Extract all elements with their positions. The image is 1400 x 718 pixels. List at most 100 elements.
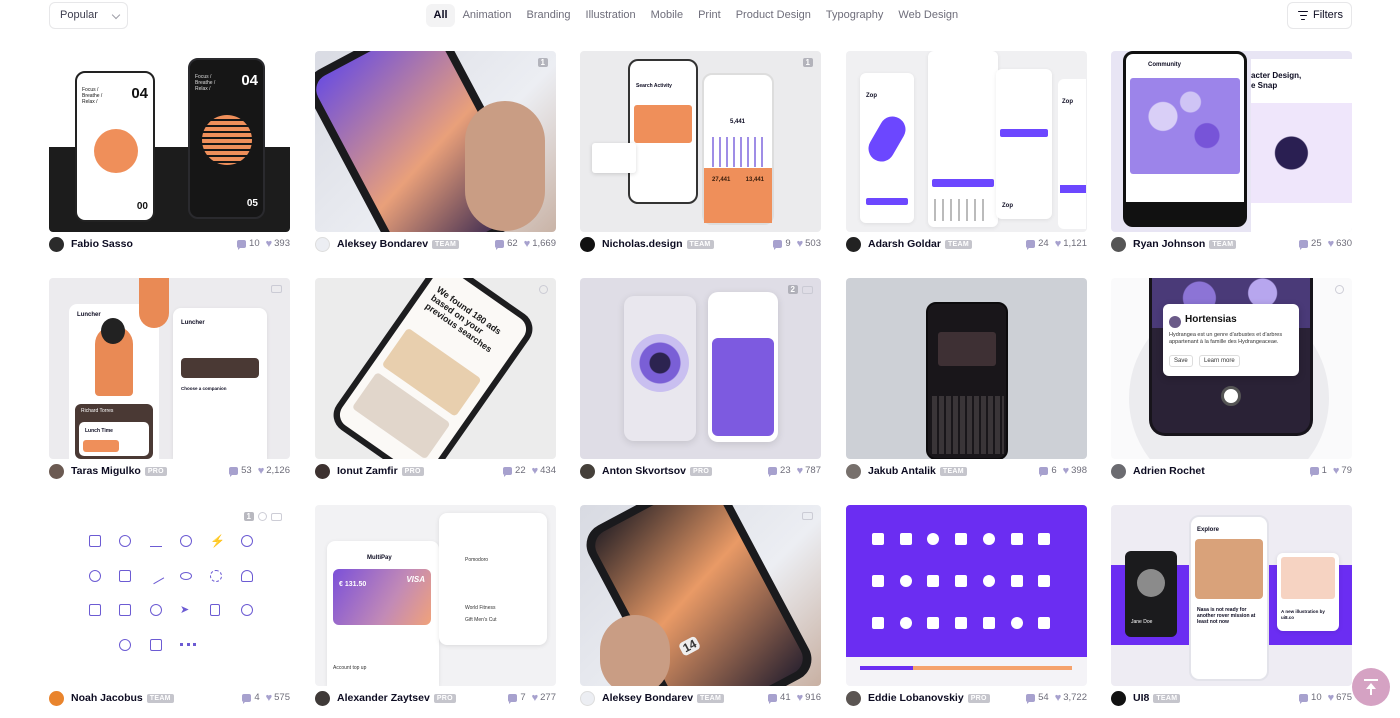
shot-text: VISA [406, 575, 425, 584]
comment-icon [229, 466, 239, 477]
shot-text: Account top up [333, 665, 367, 671]
overlay-icons [539, 285, 548, 294]
shot-stats: 7 ♥ 277 [508, 692, 556, 704]
overlay-icons [1335, 285, 1344, 294]
shot-meta: Alexander Zaytsev PRO 7 ♥ 277 [315, 691, 556, 707]
author-name[interactable]: Aleksey Bondarev TEAM [337, 238, 460, 250]
avatar[interactable] [846, 691, 861, 706]
avatar[interactable] [49, 237, 64, 252]
like-count: 398 [1071, 465, 1087, 476]
author-name[interactable]: UI8 TEAM [1133, 692, 1181, 704]
phone-mockup: MultiPay VISA € 131.50 Account top up [327, 541, 439, 686]
avatar[interactable] [1111, 464, 1126, 479]
shot-stats: 9 ♥ 503 [773, 238, 821, 250]
author-name[interactable]: Aleksey Bondarev TEAM [602, 692, 725, 704]
author-name[interactable]: Alexander Zaytsev PRO [337, 692, 456, 704]
avatar[interactable] [315, 464, 330, 479]
tab-product-design[interactable]: Product Design [728, 4, 818, 27]
team-badge: TEAM [1209, 240, 1237, 249]
heart-icon: ♥ [796, 691, 804, 704]
shot-thumbnail[interactable]: We found 180 ads based on your previous … [315, 278, 556, 459]
like-count: 787 [805, 465, 821, 476]
shot-text: 04 [241, 72, 258, 89]
avatar[interactable] [580, 691, 595, 706]
author-name[interactable]: Adarsh Goldar TEAM [868, 238, 972, 250]
tab-all[interactable]: All [426, 4, 456, 27]
shot-thumbnail[interactable] [846, 278, 1087, 459]
avatar[interactable] [49, 464, 64, 479]
avatar[interactable] [315, 691, 330, 706]
tab-branding[interactable]: Branding [519, 4, 578, 27]
author-name[interactable]: Noah Jacobus TEAM [71, 692, 174, 704]
team-badge: TEAM [146, 694, 174, 703]
phone-mockup: Community [1123, 51, 1247, 227]
author-name[interactable]: Ionut Zamfir PRO [337, 465, 424, 477]
shot-thumbnail[interactable]: Search Activity 5,441 27,441 13,441 1 [580, 51, 821, 232]
shot-thumbnail[interactable]: 1 [315, 51, 556, 232]
shot-text: Zop [1002, 203, 1013, 209]
tab-animation[interactable]: Animation [455, 4, 519, 27]
avatar[interactable] [580, 237, 595, 252]
avatar[interactable] [846, 464, 861, 479]
sort-dropdown-label: Popular [60, 9, 98, 21]
shot-text: Hortensias [1185, 314, 1237, 325]
shot-text: Hydrangea est un genre d'arbustes et d'a… [1169, 332, 1283, 345]
shot-stats: 4 ♥ 575 [242, 692, 290, 704]
shot-meta: Jakub Antalik TEAM 6 ♥ 398 [846, 464, 1087, 480]
shot-thumbnail[interactable]: Luncher Richard Torres Lunch Time Lunche… [49, 278, 290, 459]
phone-mockup: Explore Nasa is not ready for another ro… [1189, 515, 1269, 681]
info-card: Hortensias Hydrangea est un genre d'arbu… [1163, 304, 1299, 376]
avatar[interactable] [1111, 237, 1126, 252]
shot-thumbnail[interactable] [846, 505, 1087, 686]
author-name[interactable]: Adrien Rochet [1133, 465, 1205, 477]
shot-thumbnail[interactable]: 14 [580, 505, 821, 686]
shot-text: Focus / Breathe / Relax / [195, 74, 216, 92]
like-count: 916 [805, 692, 821, 703]
scroll-to-top-button[interactable] [1352, 668, 1390, 706]
shot-thumbnail[interactable]: Jane Doe Explore Nasa is not ready for a… [1111, 505, 1352, 686]
tab-typography[interactable]: Typography [818, 4, 890, 27]
avatar[interactable] [580, 464, 595, 479]
shot-thumbnail[interactable]: Zop Zop Zop [846, 51, 1087, 232]
shot-thumbnail[interactable]: Community acter Design, e Snap [1111, 51, 1352, 232]
shot-thumbnail[interactable]: 2 [580, 278, 821, 459]
shot-text: Jane Doe [1131, 619, 1153, 625]
shot-thumbnail[interactable]: ⚡ ➤ 1 [49, 505, 290, 686]
author-name[interactable]: Fabio Sasso [71, 238, 133, 250]
shot-card: Jakub Antalik TEAM 6 ♥ 398 [846, 278, 1087, 488]
phone-mockup [708, 292, 778, 442]
filter-bar: Popular All Animation Branding Illustrat… [0, 0, 1400, 34]
heart-icon: ♥ [1062, 464, 1070, 477]
sort-dropdown[interactable]: Popular [49, 2, 128, 29]
shot-stats: 1 ♥ 79 [1309, 465, 1352, 477]
shot-text: Pomodoro [465, 557, 489, 563]
author-name[interactable]: Ryan Johnson TEAM [1133, 238, 1237, 250]
learn-more-chip: Learn more [1199, 355, 1240, 367]
tab-print[interactable]: Print [691, 4, 729, 27]
avatar[interactable] [315, 237, 330, 252]
author-name[interactable]: Anton Skvortsov PRO [602, 465, 713, 477]
comment-count: 22 [515, 465, 526, 476]
filters-button[interactable]: Filters [1287, 2, 1352, 29]
tab-mobile[interactable]: Mobile [643, 4, 690, 27]
author-name[interactable]: Jakub Antalik TEAM [868, 465, 967, 477]
tab-web-design[interactable]: Web Design [891, 4, 966, 27]
avatar[interactable] [846, 237, 861, 252]
comment-icon [1309, 466, 1319, 477]
heart-icon: ♥ [523, 237, 531, 250]
video-icon [271, 285, 282, 293]
heart-icon: ♥ [1054, 691, 1062, 704]
author-name[interactable]: Nicholas.design TEAM [602, 238, 714, 250]
team-badge: TEAM [432, 240, 460, 249]
shot-meta: Anton Skvortsov PRO 23 ♥ 787 [580, 464, 821, 480]
shot-meta: Fabio Sasso 10 ♥ 393 [49, 237, 290, 253]
shot-thumbnail[interactable]: Hortensias Hydrangea est un genre d'arbu… [1111, 278, 1352, 459]
pro-badge: PRO [401, 467, 424, 476]
tab-illustration[interactable]: Illustration [578, 4, 643, 27]
author-name[interactable]: Eddie Lobanovskiy PRO [868, 692, 990, 704]
shot-thumbnail[interactable]: MultiPay VISA € 131.50 Account top up Po… [315, 505, 556, 686]
avatar[interactable] [1111, 691, 1126, 706]
shot-thumbnail[interactable]: Focus / Breathe / Relax / 04 00 Focus / … [49, 51, 290, 232]
author-name[interactable]: Taras Migulko PRO [71, 465, 167, 477]
avatar[interactable] [49, 691, 64, 706]
